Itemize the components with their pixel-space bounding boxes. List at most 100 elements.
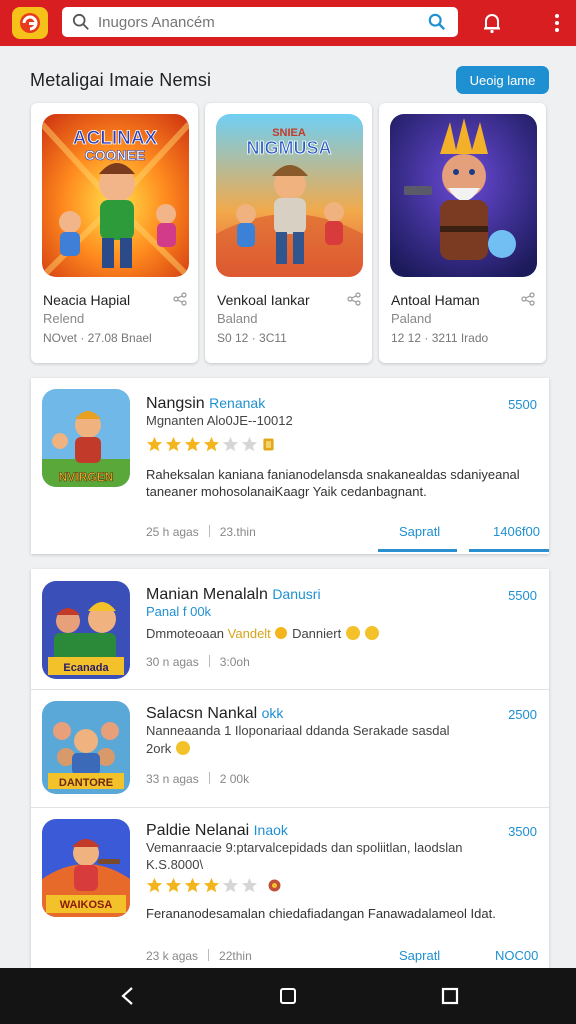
svg-text:DANTORE: DANTORE: [59, 777, 113, 789]
svg-text:ACLINAX: ACLINAX: [73, 128, 158, 149]
star-full-icon: [165, 877, 182, 893]
emoji-icon: [175, 741, 190, 755]
item-detail: 2ork: [146, 740, 191, 756]
list-item[interactable]: Ecanada Manian Menalaln Danusri 5500 Pan…: [31, 569, 549, 689]
featured-card[interactable]: ACLINAX COONEE Neacia Hapial Relend NOve…: [31, 103, 198, 363]
coin-icon: [275, 627, 288, 639]
list-item[interactable]: WAIKOSA Paldie Nelanai Inaok 3500 Vemanr…: [31, 808, 549, 968]
list-item[interactable]: DANTORE Salacsn Nankal okk 2500 Nanneaan…: [31, 690, 549, 807]
emoji-icon: [345, 626, 360, 640]
game-thumbnail: Ecanada: [42, 581, 130, 679]
item-title: Salacsn Nankal okk: [146, 705, 283, 723]
item-price: 3500: [508, 824, 537, 839]
item-subtitle: Vemanraacie 9:ptarvalcepidads dan spolii…: [146, 840, 463, 855]
star-half-icon: [203, 436, 220, 452]
item-name: Paldie Nelanai: [146, 822, 250, 839]
card-meta: S0 12 · 3C11: [217, 331, 287, 345]
item-tag: okk: [261, 705, 284, 721]
star-half-icon: [203, 877, 220, 893]
item-name: Nangsin: [146, 395, 205, 412]
item-price: 5500: [508, 397, 537, 412]
item-tag: Inaok: [253, 822, 288, 838]
star-full-icon: [146, 436, 163, 452]
item-footer: 25 h agas 23.thin: [146, 525, 256, 539]
item-subtitle: Nanneaanda 1 Iloponariaal ddanda Serakad…: [146, 723, 450, 738]
item-subtitle: Mgnanten Alo0JE--10012: [146, 413, 293, 428]
game-artwork: [390, 114, 537, 277]
card-subtitle: Relend: [43, 311, 85, 326]
section-title: Metaligai Imaie Nemsi: [30, 70, 212, 90]
card-title: Antoal Haman: [391, 292, 480, 308]
search-input[interactable]: [98, 13, 418, 31]
item-footer: 33 n agas 2 00k: [146, 772, 250, 786]
item-action-button[interactable]: Sapratl: [399, 524, 440, 539]
game-artwork: SNIEA NIGMUSA: [216, 114, 363, 277]
card-title: Venkoal Iankar: [217, 292, 310, 308]
item-footer: 23 k agas 22thin: [146, 949, 252, 963]
star-full-icon: [165, 436, 182, 452]
item-secondary-button[interactable]: 1406f00: [493, 524, 540, 539]
featured-card[interactable]: Antoal Haman Paland 12 12 · 3211 Irado: [379, 103, 546, 363]
star-empty-icon: [241, 436, 258, 452]
award-badge-icon: [263, 438, 274, 451]
item-subtitle-2: K.S.8000\: [146, 857, 204, 872]
item-detail: Dmmoteoaan Vandelt Danniert: [146, 625, 380, 641]
star-empty-icon: [222, 436, 239, 452]
star-full-icon: [184, 877, 201, 893]
game-artwork: ACLINAX COONEE: [42, 114, 189, 277]
item-tag: Danusri: [272, 586, 321, 602]
share-icon[interactable]: [347, 292, 361, 306]
card-meta: 12 12 · 3211 Irado: [391, 331, 489, 345]
system-nav-bar: [0, 968, 576, 1024]
app-logo[interactable]: [12, 7, 48, 39]
star-full-icon: [146, 877, 163, 893]
item-subtitle: Panal f 00k: [146, 604, 212, 619]
search-submit-icon[interactable]: [428, 13, 446, 31]
back-icon[interactable]: [117, 985, 139, 1007]
share-icon[interactable]: [521, 292, 535, 306]
list-panel: Ecanada Manian Menalaln Danusri 5500 Pan…: [31, 569, 549, 968]
card-subtitle: Paland: [391, 311, 432, 326]
logo-icon: [20, 13, 40, 33]
share-icon[interactable]: [173, 292, 187, 306]
emoji-icon: [365, 626, 380, 640]
svg-text:Ecanada: Ecanada: [63, 662, 109, 674]
item-secondary-button[interactable]: NOC00: [495, 948, 538, 963]
star-full-icon: [184, 436, 201, 452]
rating-stars: [146, 436, 277, 453]
item-name: Manian Menalaln: [146, 586, 268, 603]
item-title: Manian Menalaln Danusri: [146, 586, 321, 604]
card-meta: NOvet · 27.08 Bnael: [43, 331, 152, 345]
item-description: Raheksalan kaniana fanianodelansda snaka…: [146, 467, 520, 499]
section-action-button[interactable]: Ueoig lame: [456, 66, 549, 94]
list-item[interactable]: NVIRGEN Nangsin Renanak 5500 Mgnanten Al…: [31, 378, 549, 554]
item-title: Paldie Nelanai Inaok: [146, 822, 288, 840]
game-thumbnail: NVIRGEN: [42, 389, 130, 487]
featured-card[interactable]: SNIEA NIGMUSA Venkoal Iankar Baland S0 1…: [205, 103, 372, 363]
svg-text:NVIRGEN: NVIRGEN: [59, 470, 114, 484]
action-underline: [469, 549, 549, 552]
home-icon[interactable]: [277, 985, 299, 1007]
more-options-icon[interactable]: [549, 12, 565, 34]
search-bar[interactable]: [62, 7, 458, 37]
svg-text:COONEE: COONEE: [85, 147, 146, 163]
star-empty-icon: [222, 877, 239, 893]
item-action-button[interactable]: Sapratl: [399, 948, 440, 963]
item-footer: 30 n agas 3:0oh: [146, 655, 250, 669]
search-icon: [72, 13, 89, 30]
item-price: 2500: [508, 707, 537, 722]
list-panel: NVIRGEN Nangsin Renanak 5500 Mgnanten Al…: [31, 378, 549, 554]
recents-icon[interactable]: [439, 985, 461, 1007]
item-tag: Renanak: [209, 395, 266, 411]
action-underline: [378, 549, 457, 552]
achievement-icon: [268, 879, 281, 892]
item-price: 5500: [508, 588, 537, 603]
item-name: Salacsn Nankal: [146, 705, 258, 722]
notification-bell-icon[interactable]: [482, 12, 502, 34]
top-app-bar: [0, 0, 576, 46]
svg-text:WAIKOSA: WAIKOSA: [60, 899, 113, 911]
game-thumbnail: WAIKOSA: [42, 819, 130, 917]
rating-stars: [146, 877, 283, 894]
card-subtitle: Baland: [217, 311, 258, 326]
game-thumbnail: DANTORE: [42, 701, 130, 794]
